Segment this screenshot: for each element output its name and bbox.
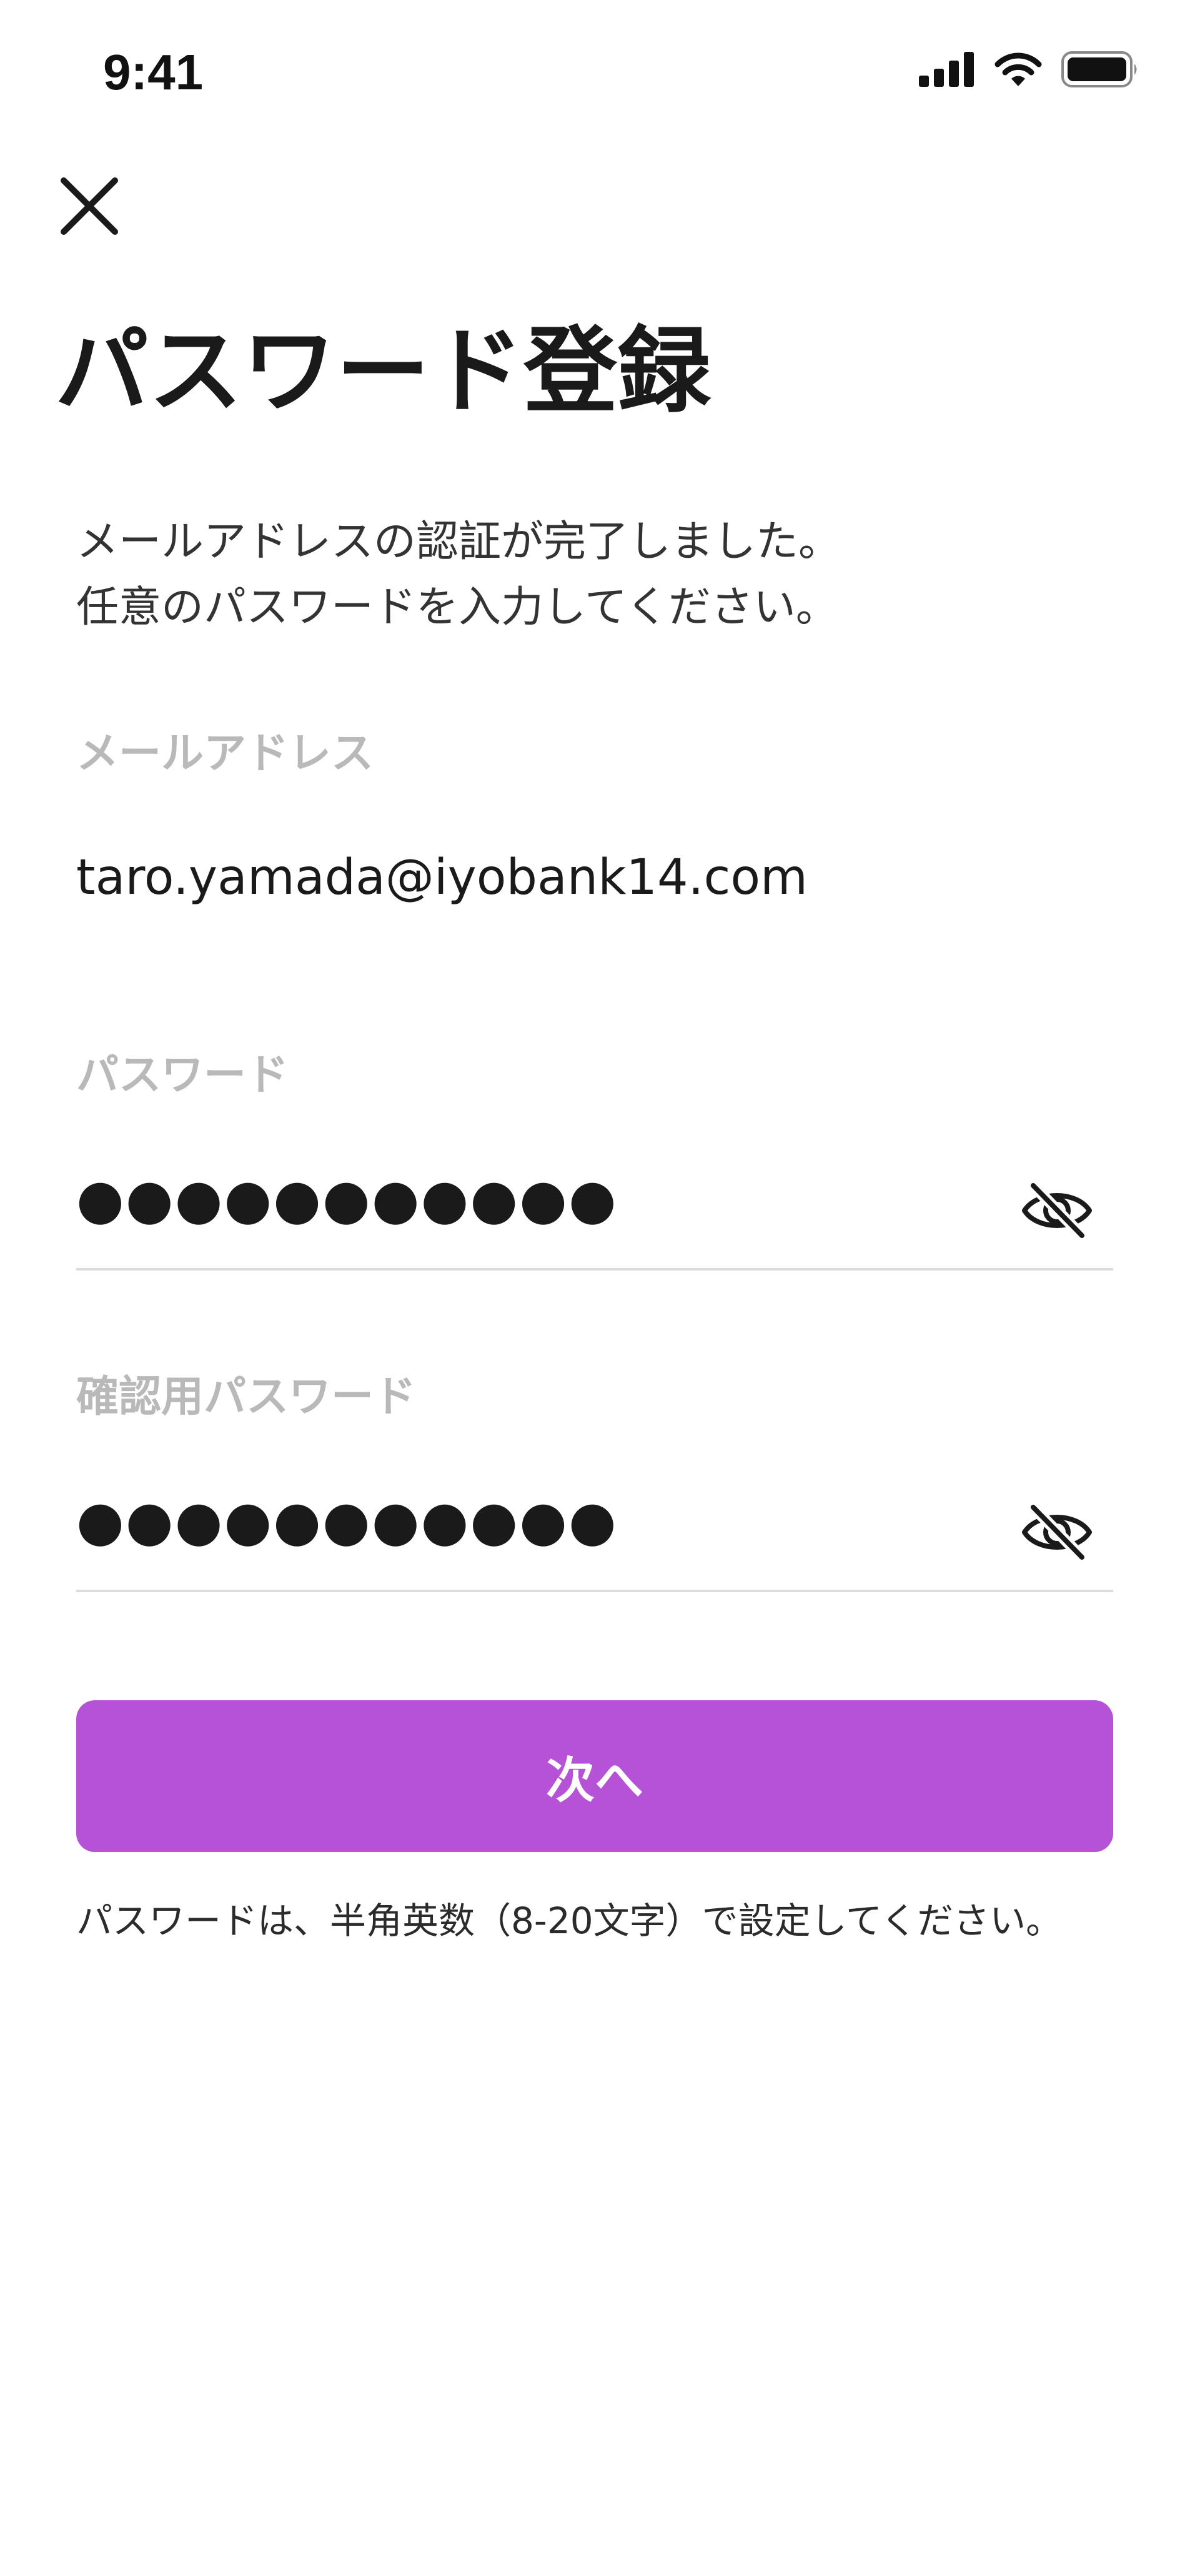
confirm-password-label: 確認用パスワード: [76, 1372, 417, 1422]
password-value: ●●●●●●●●●●●: [76, 1167, 618, 1231]
eye-off-icon: [1022, 1502, 1092, 1563]
status-time: 9:41: [103, 44, 204, 100]
confirm-password-field[interactable]: ●●●●●●●●●●●: [76, 1465, 1113, 1592]
next-button[interactable]: 次へ: [76, 1700, 1113, 1852]
page-title: パスワード登録: [55, 317, 712, 426]
password-requirements-text: パスワードは、半角英数（8-20文字）で設定してください。: [76, 1900, 1063, 1942]
close-icon: [61, 177, 118, 235]
confirm-password-value: ●●●●●●●●●●●: [76, 1489, 618, 1553]
cellular-signal-icon: [919, 52, 974, 87]
confirm-password-visibility-toggle[interactable]: [1019, 1495, 1094, 1570]
description-line-1: メールアドレスの認証が完了しました。: [76, 517, 841, 567]
status-bar: 9:41: [0, 0, 1190, 144]
eye-off-icon: [1022, 1180, 1092, 1241]
status-icons: [919, 51, 1140, 87]
description-line-2: 任意のパスワードを入力してください。: [76, 583, 838, 632]
wifi-icon: [994, 52, 1042, 86]
password-label: パスワード: [76, 1051, 289, 1100]
close-button[interactable]: [55, 172, 124, 240]
email-value: taro.yamada@iyobank14.com: [76, 850, 808, 906]
password-field[interactable]: ●●●●●●●●●●●: [76, 1143, 1113, 1271]
password-visibility-toggle[interactable]: [1019, 1173, 1094, 1248]
email-label: メールアドレス: [76, 729, 374, 778]
description: メールアドレスの認証が完了しました。 任意のパスワードを入力してください。: [76, 509, 841, 640]
battery-icon: [1061, 51, 1137, 87]
